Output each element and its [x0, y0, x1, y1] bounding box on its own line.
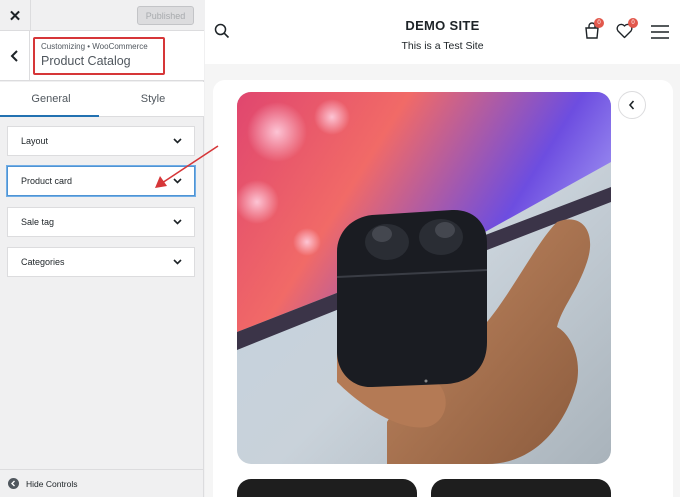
chevron-down-icon — [173, 178, 182, 184]
tab-general[interactable]: General — [0, 82, 102, 117]
section-layout[interactable]: Layout — [7, 126, 195, 156]
section-label: Categories — [21, 257, 65, 267]
close-customizer-button[interactable]: ✕ — [0, 0, 31, 31]
tab-style[interactable]: Style — [102, 82, 204, 116]
section-label: Layout — [21, 136, 49, 146]
gallery-thumbnail[interactable] — [431, 479, 611, 497]
collapse-icon — [8, 478, 19, 489]
product-gallery-card — [213, 80, 673, 497]
publish-button[interactable]: Published — [137, 6, 194, 25]
back-button[interactable] — [0, 31, 30, 81]
site-tagline: This is a Test Site — [401, 40, 484, 52]
section-categories[interactable]: Categories — [7, 247, 195, 277]
section-sale-tag[interactable]: Sale tag — [7, 207, 195, 237]
panel-title-highlight: Customizing • WooCommerce Product Catalo… — [33, 37, 165, 75]
breadcrumb: Customizing • WooCommerce — [41, 42, 148, 51]
hamburger-menu-icon[interactable] — [650, 24, 670, 45]
site-preview: DEMO SITE This is a Test Site 0 0 — [205, 0, 680, 497]
wishlist-count-badge: 0 — [628, 18, 638, 28]
hide-controls-button[interactable]: Hide Controls — [0, 469, 204, 497]
panel-header: Customizing • WooCommerce Product Catalo… — [0, 31, 204, 81]
customizer-sidebar: ✕ Published Customizing • WooCommerce Pr… — [0, 0, 204, 497]
panel-title: Product Catalog — [41, 54, 131, 68]
site-header: DEMO SITE This is a Test Site 0 0 — [205, 0, 680, 64]
customizer-topbar: ✕ Published — [0, 0, 204, 31]
site-title[interactable]: DEMO SITE — [205, 18, 680, 33]
chevron-down-icon — [173, 138, 182, 144]
chevron-down-icon — [173, 259, 182, 265]
chevron-down-icon — [173, 219, 182, 225]
section-product-card[interactable]: Product card — [7, 166, 195, 196]
chevron-left-icon — [628, 100, 635, 110]
earbuds-photo — [237, 92, 611, 464]
cart-count-badge: 0 — [594, 18, 604, 28]
section-label: Product card — [21, 176, 73, 186]
gallery-thumbnail[interactable] — [237, 479, 417, 497]
hide-controls-label: Hide Controls — [26, 478, 78, 489]
section-label: Sale tag — [21, 217, 55, 227]
gallery-prev-button[interactable] — [618, 91, 646, 119]
tab-bar: General Style — [0, 82, 204, 117]
product-image[interactable] — [237, 92, 611, 464]
chevron-left-icon — [10, 50, 18, 62]
